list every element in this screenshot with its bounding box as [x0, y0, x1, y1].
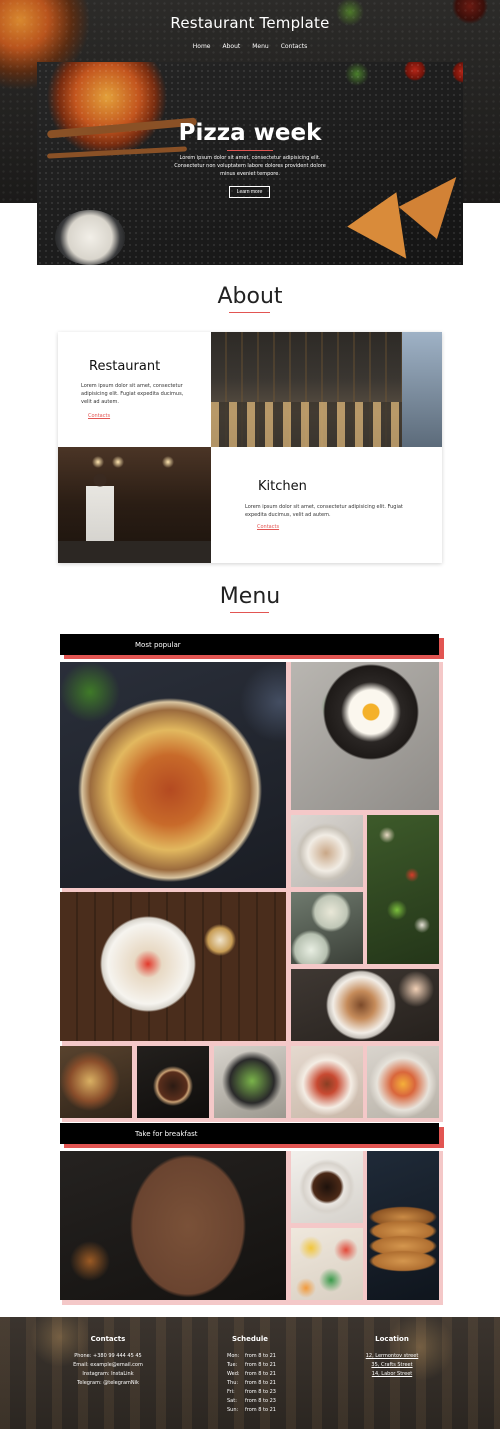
schedule-row: Sun: from 8 to 21 — [227, 1407, 276, 1413]
kitchen-chef-photo — [58, 447, 211, 563]
menu-photo-pie[interactable] — [60, 662, 286, 888]
menu-photo-breakfast-table[interactable] — [291, 969, 439, 1041]
footer: Contacts Phone: +380 99 444 45 45 Email:… — [0, 1317, 500, 1429]
location-address[interactable]: 35, Crafts Street — [352, 1361, 432, 1370]
kitchen-heading: Kitchen — [258, 479, 307, 494]
category-label: Take for breakfast — [135, 1129, 198, 1138]
menu-photo-salad-pizza[interactable] — [367, 815, 439, 964]
hero-title-underline — [227, 150, 273, 151]
schedule-row: Fri: from 8 to 23 — [227, 1389, 276, 1395]
menu-photo-dish[interactable] — [291, 815, 363, 887]
schedule-title: Schedule — [231, 1335, 269, 1343]
contact-instagram[interactable]: Instagram: InstaLink — [68, 1370, 148, 1379]
contact-phone[interactable]: Phone: +380 99 444 45 45 — [68, 1352, 148, 1361]
site-title: Restaurant Template — [170, 14, 330, 32]
nav-contacts[interactable]: Contacts — [281, 43, 307, 50]
main-nav: Home About Menu Contacts — [0, 43, 500, 50]
restaurant-contacts-link[interactable]: Contacts — [88, 413, 110, 419]
hero-text: Lorem ipsum dolor sit amet, consectetur … — [174, 155, 326, 177]
about-title: About — [217, 284, 283, 309]
menu-photo-coffee-cup[interactable] — [291, 1151, 363, 1223]
category-most-popular[interactable]: Most popular — [60, 634, 439, 655]
location-title: Location — [375, 1335, 409, 1343]
hero-title: Pizza week — [178, 120, 322, 146]
menu-photo-breakfast-plate[interactable] — [60, 892, 286, 1041]
schedule-row: Thu: from 8 to 21 — [227, 1380, 276, 1386]
nav-menu[interactable]: Menu — [252, 43, 268, 50]
footer-contacts: Contacts Phone: +380 99 444 45 45 Email:… — [68, 1335, 148, 1388]
schedule-row: Tue: from 8 to 21 — [227, 1362, 276, 1368]
menu-title-underline — [230, 612, 269, 613]
menu-photo-pancakes[interactable] — [367, 1151, 439, 1300]
menu-photo-lemonade[interactable] — [291, 892, 363, 964]
schedule-row: Mon: from 8 to 21 — [227, 1353, 276, 1359]
location-address[interactable]: 12, Lermontov street — [352, 1352, 432, 1361]
menu-photo-casserole[interactable] — [367, 1046, 439, 1118]
menu-photo-pan[interactable] — [214, 1046, 286, 1118]
contact-telegram[interactable]: Telegram: @telegramNik — [68, 1379, 148, 1388]
hero-banner: Pizza week Lorem ipsum dolor sit amet, c… — [37, 62, 463, 265]
menu-photo-egg-skillet[interactable] — [291, 662, 439, 810]
schedule-row: Wed: from 8 to 21 — [227, 1371, 276, 1377]
menu-title: Menu — [219, 584, 281, 609]
contact-email[interactable]: Email: example@email.com — [68, 1361, 148, 1370]
kitchen-contacts-link[interactable]: Contacts — [257, 524, 279, 530]
kitchen-text: Lorem ipsum dolor sit amet, consectetur … — [245, 504, 403, 518]
learn-more-button[interactable]: Learn more — [229, 186, 270, 198]
restaurant-interior-photo — [211, 332, 442, 447]
category-label: Most popular — [135, 640, 181, 649]
menu-photo-bowl[interactable] — [291, 1046, 363, 1118]
nav-about[interactable]: About — [223, 43, 241, 50]
restaurant-text: Lorem ipsum dolor sit amet, consectetur … — [81, 383, 184, 405]
restaurant-heading: Restaurant — [89, 359, 161, 374]
nav-home[interactable]: Home — [193, 43, 211, 50]
footer-location: Location 12, Lermontov street 35, Crafts… — [352, 1335, 432, 1379]
menu-photo-snacks[interactable] — [60, 1046, 132, 1118]
menu-photo-fruit-bowls[interactable] — [291, 1228, 363, 1300]
menu-photo-drink[interactable] — [137, 1046, 209, 1118]
footer-schedule: Schedule Mon: from 8 to 21 Tue: from 8 t… — [218, 1335, 282, 1415]
location-address[interactable]: 14, Labor Street — [352, 1370, 432, 1379]
schedule-row: Sat: from 8 to 23 — [227, 1398, 276, 1404]
menu-photo-coffee-book[interactable] — [60, 1151, 286, 1300]
about-card: Restaurant Lorem ipsum dolor sit amet, c… — [58, 332, 442, 563]
contacts-title: Contacts — [90, 1335, 126, 1343]
category-take-for-breakfast[interactable]: Take for breakfast — [60, 1123, 439, 1144]
flour-bowl-image — [55, 210, 125, 265]
about-title-underline — [229, 312, 270, 313]
